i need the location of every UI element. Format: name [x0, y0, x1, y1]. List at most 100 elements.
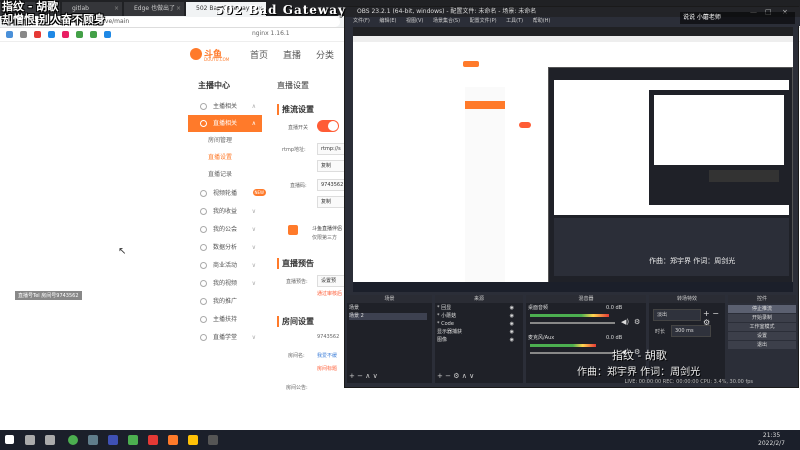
- eye-icon[interactable]: ◉: [510, 313, 514, 320]
- add-icon[interactable]: +: [703, 309, 710, 318]
- transition-select[interactable]: 淡出: [653, 309, 701, 321]
- bookmark-icon[interactable]: [6, 31, 13, 38]
- live-switch-toggle[interactable]: [317, 120, 339, 132]
- copy-code-button[interactable]: 复制: [317, 196, 347, 208]
- start-recording-button[interactable]: 开始录制: [728, 314, 796, 322]
- close-icon[interactable]: ×: [176, 2, 181, 16]
- scene-item[interactable]: 场景 2: [349, 313, 428, 320]
- sidebar-item-analytics[interactable]: 数据分析 ∨: [188, 239, 262, 256]
- system-clock[interactable]: 21:35 2022/2/7: [758, 432, 785, 448]
- source-item[interactable]: 显示器捕获 ◉: [437, 329, 518, 336]
- bookmark-icon[interactable]: [34, 31, 41, 38]
- source-item[interactable]: * Code ◉: [437, 321, 518, 328]
- preview-hint: 通过审核后: [317, 291, 343, 297]
- sidebar-item-settings[interactable]: 直播设置: [188, 149, 262, 166]
- menu-tools[interactable]: 工具(T): [506, 18, 523, 24]
- bookmark-icon[interactable]: [104, 31, 111, 38]
- remove-icon[interactable]: −: [712, 309, 719, 318]
- wechat-icon[interactable]: [128, 435, 138, 445]
- douyu-logo[interactable]: 斗鱼 DOUYU.COM: [190, 46, 229, 62]
- eye-icon[interactable]: ◉: [510, 329, 514, 336]
- sidebar-item-anchor[interactable]: 主播相关 ∧: [188, 98, 262, 115]
- volume-slider[interactable]: [530, 352, 615, 354]
- bookmark-icon[interactable]: [62, 31, 69, 38]
- search-icon[interactable]: [25, 435, 35, 445]
- sidebar-item-records[interactable]: 直播记录: [188, 166, 262, 183]
- chat-message: 说说 小蘑老师: [680, 12, 795, 24]
- guild-icon: [200, 226, 207, 233]
- sidebar-item-label: 主播扶持: [213, 316, 238, 323]
- duration-field[interactable]: 300 ms: [671, 325, 711, 337]
- source-item[interactable]: 图像 ◉: [437, 337, 518, 344]
- chart-icon: [200, 244, 207, 251]
- source-item[interactable]: * 小蘑菇 ◉: [437, 313, 518, 320]
- sidebar-item-video-loop[interactable]: 视频轮播 NEW: [188, 185, 266, 202]
- chevron-icon: ∨: [251, 208, 256, 215]
- eye-icon[interactable]: ◉: [510, 305, 514, 312]
- sidebar-item-label: 商业活动: [213, 262, 238, 269]
- sidebar-item-business[interactable]: 商业活动 ∨: [188, 257, 262, 274]
- room-name-link[interactable]: 我爱不缓: [317, 352, 337, 359]
- scene-item[interactable]: 场景: [349, 305, 427, 312]
- menu-view[interactable]: 视图(V): [406, 18, 423, 24]
- bookmark-icon[interactable]: [20, 31, 27, 38]
- menu-edit[interactable]: 编辑(E): [379, 18, 396, 24]
- nav-home[interactable]: 首页: [250, 48, 268, 61]
- volume-slider[interactable]: [530, 322, 615, 324]
- sidebar-item-live[interactable]: 直播相关 ∧: [188, 115, 262, 132]
- sidebar-item-guild[interactable]: 我的公会 ∨: [188, 221, 262, 238]
- school-icon: [200, 334, 207, 341]
- rtmp-field[interactable]: rtmp://s: [317, 143, 347, 155]
- sidebar-item-school[interactable]: 直播学堂 ∨: [188, 329, 262, 346]
- windows-start-icon[interactable]: [5, 435, 14, 444]
- room-notice-label: 房间公告:: [286, 385, 308, 391]
- sidebar-item-room[interactable]: 房间管理: [188, 132, 262, 149]
- lyric-overlay: 指纹 - 胡歌 却憎恨 别人奋不顾身: [2, 0, 105, 26]
- nav-category[interactable]: 分类: [316, 48, 334, 61]
- exit-button[interactable]: 退出: [728, 341, 796, 349]
- room-watermark: 直播号Tel 房间号9743562: [15, 291, 82, 300]
- preview-field[interactable]: 设置预: [317, 275, 347, 287]
- studio-mode-button[interactable]: 工作室模式: [728, 323, 796, 331]
- menu-file[interactable]: 文件(F): [353, 18, 370, 24]
- menu-profile[interactable]: 配置文件(P): [470, 18, 497, 24]
- steam-icon[interactable]: [88, 435, 98, 445]
- browser-tab[interactable]: Edge 也做出了 ×: [124, 2, 184, 16]
- gear-icon[interactable]: ⚙: [634, 318, 640, 326]
- controls-title: 控件: [728, 295, 796, 303]
- support-icon: [200, 316, 207, 323]
- sidebar-item-my-video[interactable]: 我的视频 ∨: [188, 275, 262, 292]
- speaker-icon[interactable]: ◀): [621, 318, 629, 326]
- folder-icon[interactable]: [188, 435, 198, 445]
- tab-label: Edge 也做出了: [134, 5, 176, 12]
- menu-scene-collection[interactable]: 场景集合(S): [433, 18, 460, 24]
- douyu-icon[interactable]: [168, 435, 178, 445]
- close-icon[interactable]: ×: [114, 2, 119, 16]
- bookmark-icon[interactable]: [90, 31, 97, 38]
- sidebar-item-support[interactable]: 主播扶持: [188, 311, 262, 328]
- sidebar-item-label: 我的公会: [213, 226, 238, 233]
- chrome-icon[interactable]: [68, 435, 78, 445]
- app-icon[interactable]: [108, 435, 118, 445]
- sidebar-item-income[interactable]: 我的收益 ∨: [188, 203, 262, 220]
- nav-live[interactable]: 直播: [283, 48, 301, 61]
- bookmark-icon[interactable]: [48, 31, 55, 38]
- taskview-icon[interactable]: [45, 435, 55, 445]
- source-label: * Code: [437, 321, 454, 327]
- netease-music-icon[interactable]: [148, 435, 158, 445]
- obs-icon[interactable]: [208, 435, 218, 445]
- eye-icon[interactable]: ◉: [510, 337, 514, 344]
- settings-button[interactable]: 设置: [728, 332, 796, 340]
- menu-help[interactable]: 帮助(H): [533, 18, 551, 24]
- bookmark-icon[interactable]: [76, 31, 83, 38]
- eye-icon[interactable]: ◉: [510, 321, 514, 328]
- source-item[interactable]: * 回显 ◉: [437, 305, 518, 312]
- sidebar-item-promo[interactable]: 我的推广: [188, 293, 262, 310]
- lyric-credit: 作曲：郑宇界 作词：周剑光: [577, 367, 701, 378]
- copy-rtmp-button[interactable]: 复制: [317, 160, 347, 172]
- stream-code-field[interactable]: 9743562: [317, 179, 347, 191]
- obs-preview[interactable]: 作曲：郑宇界 作词：周剑光: [353, 27, 793, 292]
- stop-streaming-button[interactable]: 停止推流: [728, 305, 796, 313]
- user-icon: [200, 103, 207, 110]
- sources-dock: 来源 * 回显 ◉ * 小蘑菇 ◉ * Code ◉ 显示器捕获 ◉ 图像 ◉ + − ⚙…: [435, 295, 523, 383]
